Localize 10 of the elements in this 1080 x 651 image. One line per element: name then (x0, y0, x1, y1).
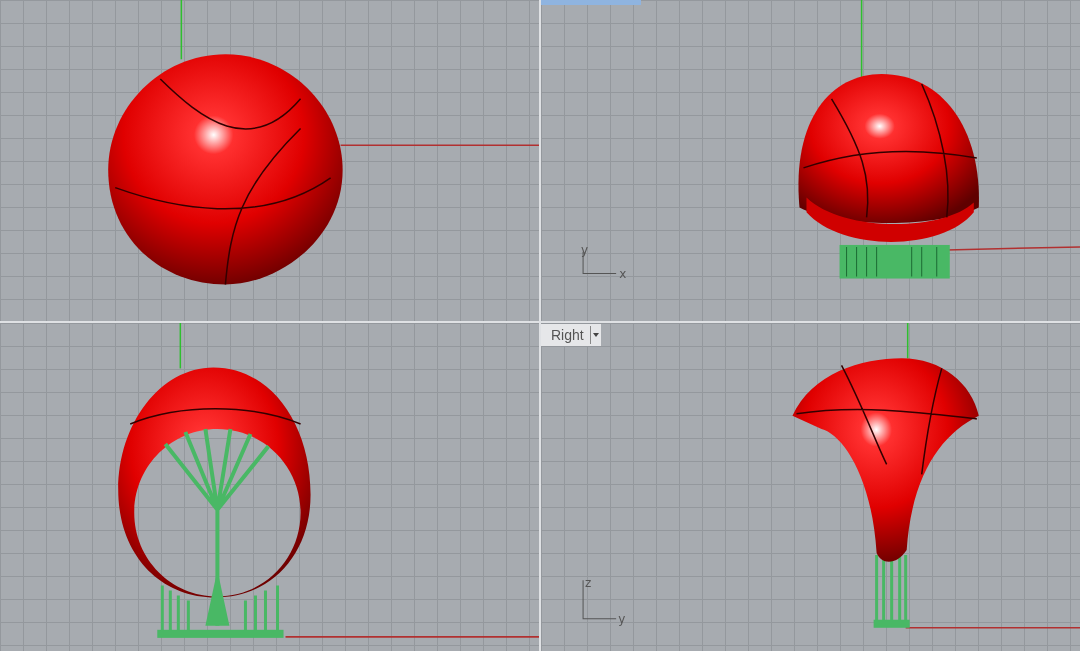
vertical-axis-line (906, 323, 909, 360)
y-axis-line (180, 0, 183, 60)
caret-icon[interactable] (589, 326, 601, 344)
axis-label: y (581, 242, 589, 257)
axis-icon (582, 579, 617, 620)
axis-label: z (585, 576, 592, 591)
axis-label: y (618, 611, 626, 626)
vertical-axis-line (179, 323, 182, 370)
viewport-title-tab[interactable]: Right (541, 324, 601, 346)
axis-label: x (619, 266, 627, 281)
